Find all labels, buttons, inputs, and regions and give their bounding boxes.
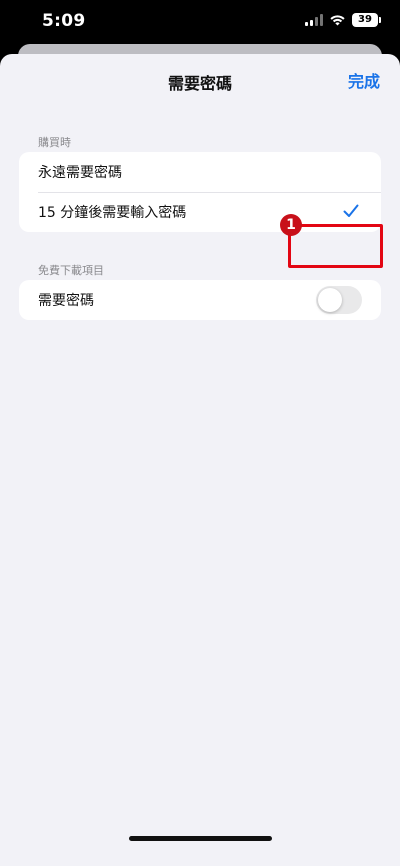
step-number-badge: 1	[280, 214, 302, 236]
password-settings-sheet: 需要密碼 完成 購買時 永遠需要密碼 15 分鐘後需要輸入密碼 免費下載項目 需…	[0, 54, 400, 866]
option-label: 15 分鐘後需要輸入密碼	[38, 205, 187, 221]
checkmark-icon	[343, 204, 359, 222]
option-label: 需要密碼	[38, 293, 94, 309]
signal-icon	[305, 14, 323, 26]
battery-icon: 39	[352, 13, 381, 27]
section-header-purchases: 購買時	[38, 136, 71, 149]
section-header-free-downloads: 免費下載項目	[38, 264, 104, 277]
free-downloads-require-password-row: 需要密碼	[19, 280, 381, 320]
status-icons: 39	[305, 13, 381, 27]
annotation-highlight-box	[288, 224, 383, 268]
option-always-require[interactable]: 永遠需要密碼	[19, 152, 381, 192]
require-password-toggle[interactable]	[316, 286, 362, 314]
status-time: 5:09	[42, 11, 86, 31]
free-downloads-group: 需要密碼	[19, 280, 381, 320]
wifi-icon	[329, 14, 346, 26]
page-title: 需要密碼	[167, 74, 232, 93]
home-indicator	[129, 836, 272, 841]
phone-screen: 5:09 39 需要密碼 完成 購買時 永遠需要密碼 15 分鐘後需要輸入密碼 …	[0, 0, 400, 866]
status-bar: 5:09 39	[0, 0, 400, 44]
purchases-group: 永遠需要密碼 15 分鐘後需要輸入密碼	[19, 152, 381, 232]
toggle-knob	[318, 288, 342, 312]
done-button[interactable]: 完成	[348, 68, 380, 92]
option-label: 永遠需要密碼	[38, 165, 122, 181]
